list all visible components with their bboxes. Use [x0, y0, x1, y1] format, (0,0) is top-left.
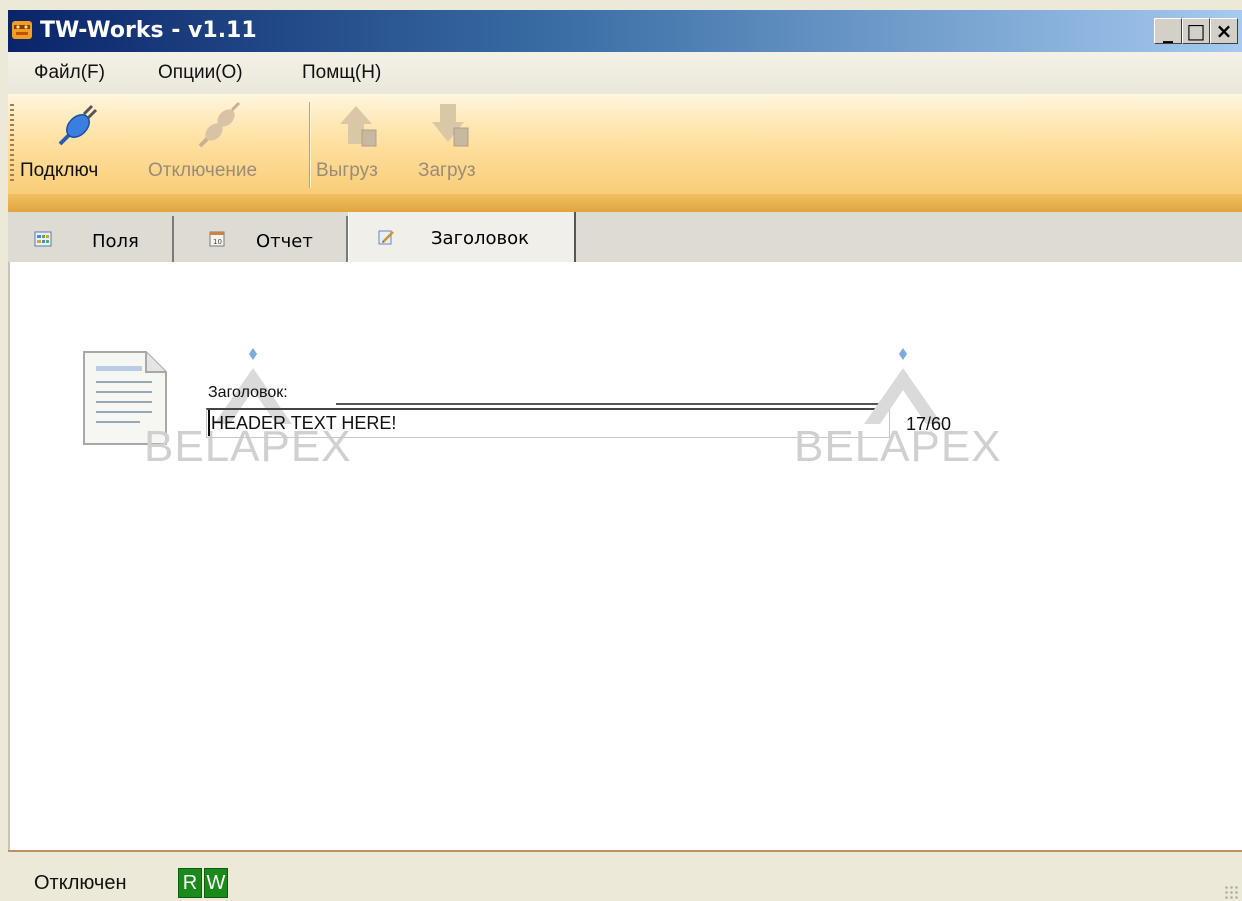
title-bar[interactable]: TW-Works - v1.11 _ □ ×	[8, 10, 1242, 52]
fields-grid-icon	[34, 231, 52, 247]
svg-text:10: 10	[213, 238, 222, 246]
resize-grip-icon[interactable]	[1224, 885, 1238, 899]
menu-file[interactable]: Файл(F)	[34, 62, 105, 84]
watermark-text: BELAPEX	[794, 422, 1002, 471]
tab-fields[interactable]: Поля	[8, 216, 174, 262]
char-counter: 17/60	[906, 414, 952, 434]
tab-report-label: Отчет	[256, 231, 313, 252]
toolbar: Подключ Отключение Выгруз Загруз	[8, 94, 1242, 194]
tab-header[interactable]: Заголовок	[348, 212, 576, 262]
toolbar-band	[8, 194, 1242, 212]
connect-button[interactable]: Подключ	[20, 94, 146, 194]
report-calendar-icon: 10	[209, 231, 225, 247]
download-arrow-icon	[432, 104, 469, 147]
header-field-label: Заголовок:	[208, 384, 288, 401]
window-title: TW-Works - v1.11	[40, 18, 257, 43]
disconnect-label: Отключение	[148, 160, 258, 181]
menu-help[interactable]: Помщ(H)	[302, 62, 381, 84]
download-label: Загруз	[418, 160, 476, 181]
upload-button[interactable]: Выгруз	[316, 94, 402, 194]
app-logo-icon	[12, 21, 32, 39]
toolbar-separator	[309, 102, 311, 188]
plug-connect-icon	[58, 104, 98, 146]
menu-bar: Файл(F) Опции(O) Помщ(H)	[8, 52, 1242, 94]
app-window: TW-Works - v1.11 _ □ × Файл(F) Опции(O) …	[0, 0, 1242, 901]
header-tab-panel: BELAPEX Заголовок: BELAPEX 17/60	[8, 262, 1242, 850]
tab-fields-label: Поля	[92, 231, 139, 252]
plug-disconnect-icon	[198, 101, 241, 148]
menu-options[interactable]: Опции(O)	[158, 62, 243, 84]
pencil-note-icon	[378, 230, 394, 245]
status-bar: Отключен R W	[8, 850, 1242, 901]
text-caret	[208, 410, 210, 436]
tab-strip: Поля 10 Отчет Заголовок	[8, 212, 1242, 262]
header-text-input[interactable]	[206, 408, 890, 438]
maximize-button[interactable]: □	[1182, 18, 1210, 44]
watermark-left: BELAPEX	[144, 346, 364, 471]
write-flag-badge: W	[204, 868, 228, 898]
connection-status: Отключен	[34, 872, 127, 894]
minimize-icon: _	[1163, 19, 1173, 43]
disconnect-button[interactable]: Отключение	[148, 94, 306, 194]
upload-arrow-icon	[340, 106, 377, 147]
download-button[interactable]: Загруз	[418, 94, 504, 194]
read-flag-badge: R	[178, 868, 202, 898]
close-button[interactable]: ×	[1210, 18, 1238, 44]
tab-report[interactable]: 10 Отчет	[176, 216, 348, 262]
close-icon: ×	[1215, 19, 1233, 43]
upload-label: Выгруз	[316, 160, 378, 181]
watermark-right: BELAPEX	[794, 346, 1014, 471]
connect-label: Подключ	[20, 160, 99, 181]
toolbar-grip[interactable]	[10, 104, 14, 184]
tab-header-label: Заголовок	[431, 228, 530, 249]
minimize-button[interactable]: _	[1154, 18, 1182, 44]
maximize-icon: □	[1186, 19, 1206, 43]
